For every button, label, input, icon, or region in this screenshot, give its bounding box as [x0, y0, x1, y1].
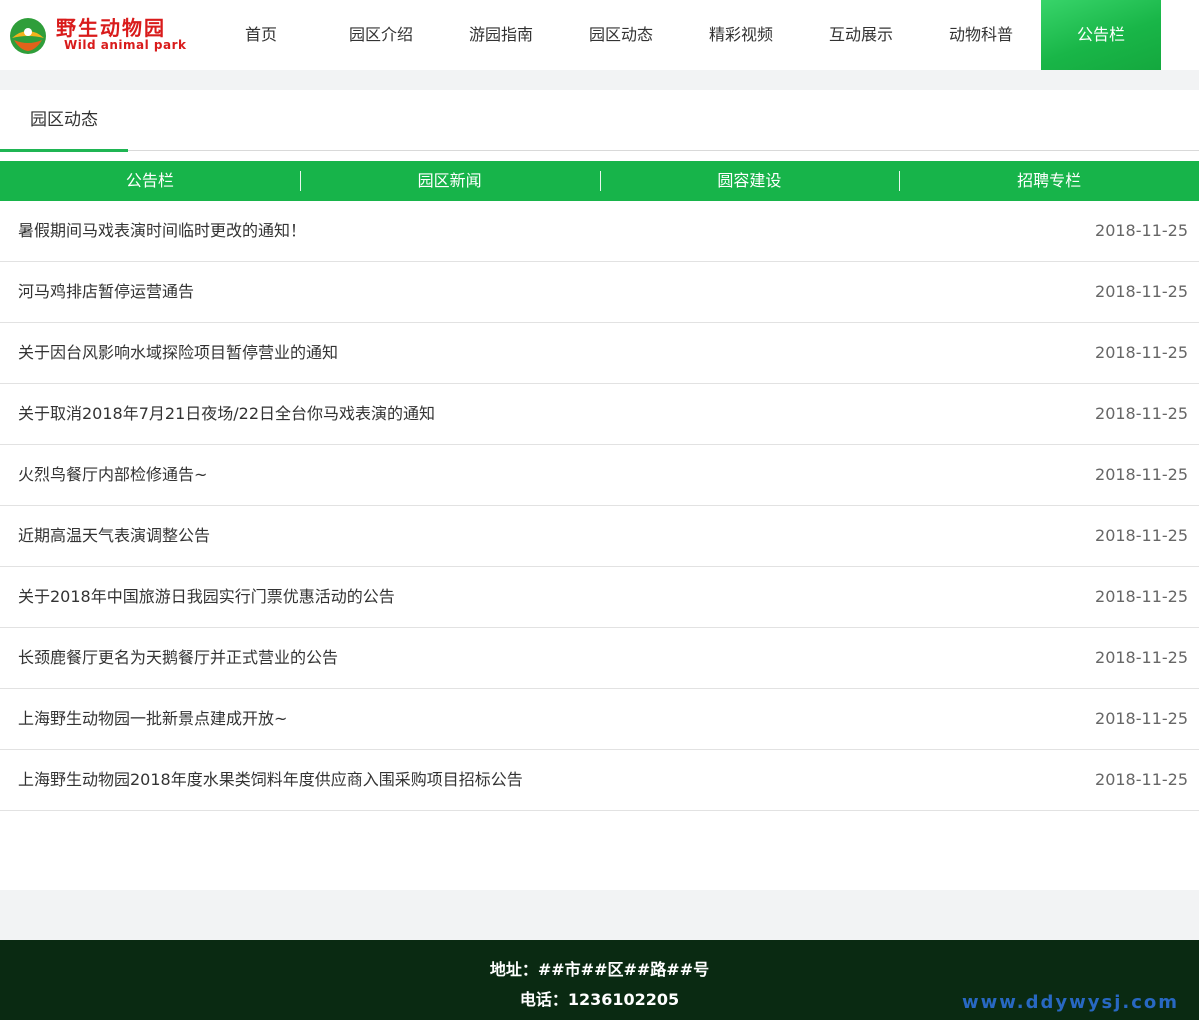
list-item[interactable]: 近期高温天气表演调整公告 2018-11-25	[0, 506, 1199, 567]
notice-title[interactable]: 暑假期间马戏表演时间临时更改的通知！	[18, 201, 306, 261]
notice-date: 2018-11-25	[1095, 587, 1188, 606]
notice-title[interactable]: 关于取消2018年7月21日夜场/22日全台你马戏表演的通知	[18, 384, 435, 444]
main-nav: 首页 园区介绍 游园指南 园区动态 精彩视频 互动展示 动物科普 公告栏	[201, 0, 1161, 70]
list-item[interactable]: 长颈鹿餐厅更名为天鹅餐厅并正式营业的公告 2018-11-25	[0, 628, 1199, 689]
notice-date: 2018-11-25	[1095, 770, 1188, 789]
notice-date: 2018-11-25	[1095, 709, 1188, 728]
nav-item-visit-guide[interactable]: 游园指南	[441, 0, 561, 70]
logo-title-cn: 野生动物园	[56, 16, 166, 40]
notice-title[interactable]: 关于因台风影响水域探险项目暂停营业的通知	[18, 323, 338, 383]
list-item[interactable]: 关于取消2018年7月21日夜场/22日全台你马戏表演的通知 2018-11-2…	[0, 384, 1199, 445]
notice-title[interactable]: 上海野生动物园2018年度水果类饲料年度供应商入围采购项目招标公告	[18, 750, 523, 810]
park-emblem-icon	[10, 18, 46, 54]
section-header: 园区动态	[0, 90, 1199, 152]
nav-item-videos[interactable]: 精彩视频	[681, 0, 801, 70]
notice-list: 暑假期间马戏表演时间临时更改的通知！ 2018-11-25 河马鸡排店暂停运营通…	[0, 201, 1199, 811]
site-logo[interactable]: 野生动物园 Wild animal park	[8, 12, 188, 58]
notice-title[interactable]: 河马鸡排店暂停运营通告	[18, 262, 194, 322]
section-title: 园区动态	[0, 90, 128, 152]
tab-recruitment[interactable]: 招聘专栏	[899, 161, 1199, 201]
list-item[interactable]: 河马鸡排店暂停运营通告 2018-11-25	[0, 262, 1199, 323]
nav-item-animal-science[interactable]: 动物科普	[921, 0, 1041, 70]
notice-date: 2018-11-25	[1095, 221, 1188, 240]
nav-item-park-news[interactable]: 园区动态	[561, 0, 681, 70]
list-item[interactable]: 暑假期间马戏表演时间临时更改的通知！ 2018-11-25	[0, 201, 1199, 262]
nav-item-home[interactable]: 首页	[201, 0, 321, 70]
list-item[interactable]: 关于因台风影响水域探险项目暂停营业的通知 2018-11-25	[0, 323, 1199, 384]
notice-title[interactable]: 长颈鹿餐厅更名为天鹅餐厅并正式营业的公告	[18, 628, 338, 688]
tab-park-news[interactable]: 园区新闻	[299, 161, 600, 201]
notice-title[interactable]: 近期高温天气表演调整公告	[18, 506, 210, 566]
list-item[interactable]: 火烈鸟餐厅内部检修通告~ 2018-11-25	[0, 445, 1199, 506]
watermark: www.ddywysj.com	[962, 992, 1179, 1013]
logo-title-en: Wild animal park	[64, 38, 187, 52]
nav-item-bulletin[interactable]: 公告栏	[1041, 0, 1161, 70]
list-item[interactable]: 上海野生动物园一批新景点建成开放~ 2018-11-25	[0, 689, 1199, 750]
list-item[interactable]: 关于2018年中国旅游日我园实行门票优惠活动的公告 2018-11-25	[0, 567, 1199, 628]
main-content: 园区动态 公告栏 园区新闻 圆容建设 招聘专栏 暑假期间马戏表演时间临时更改的通…	[0, 90, 1199, 890]
notice-title[interactable]: 火烈鸟餐厅内部检修通告~	[18, 445, 207, 505]
nav-item-interactive[interactable]: 互动展示	[801, 0, 921, 70]
site-header: 野生动物园 Wild animal park 首页 园区介绍 游园指南 园区动态…	[0, 0, 1199, 70]
site-footer: 地址：##市##区##路##号 电话：1236102205 www.ddywys…	[0, 940, 1199, 1020]
tab-construction[interactable]: 圆容建设	[599, 161, 900, 201]
tab-bulletin[interactable]: 公告栏	[0, 161, 300, 201]
notice-date: 2018-11-25	[1095, 282, 1188, 301]
category-tabs: 公告栏 园区新闻 圆容建设 招聘专栏	[0, 161, 1199, 201]
list-item[interactable]: 上海野生动物园2018年度水果类饲料年度供应商入围采购项目招标公告 2018-1…	[0, 750, 1199, 811]
notice-date: 2018-11-25	[1095, 526, 1188, 545]
notice-date: 2018-11-25	[1095, 404, 1188, 423]
footer-address: 地址：##市##区##路##号	[489, 960, 710, 979]
nav-item-park-intro[interactable]: 园区介绍	[321, 0, 441, 70]
notice-date: 2018-11-25	[1095, 343, 1188, 362]
notice-title[interactable]: 上海野生动物园一批新景点建成开放~	[18, 689, 287, 749]
notice-date: 2018-11-25	[1095, 465, 1188, 484]
notice-title[interactable]: 关于2018年中国旅游日我园实行门票优惠活动的公告	[18, 567, 395, 627]
notice-date: 2018-11-25	[1095, 648, 1188, 667]
